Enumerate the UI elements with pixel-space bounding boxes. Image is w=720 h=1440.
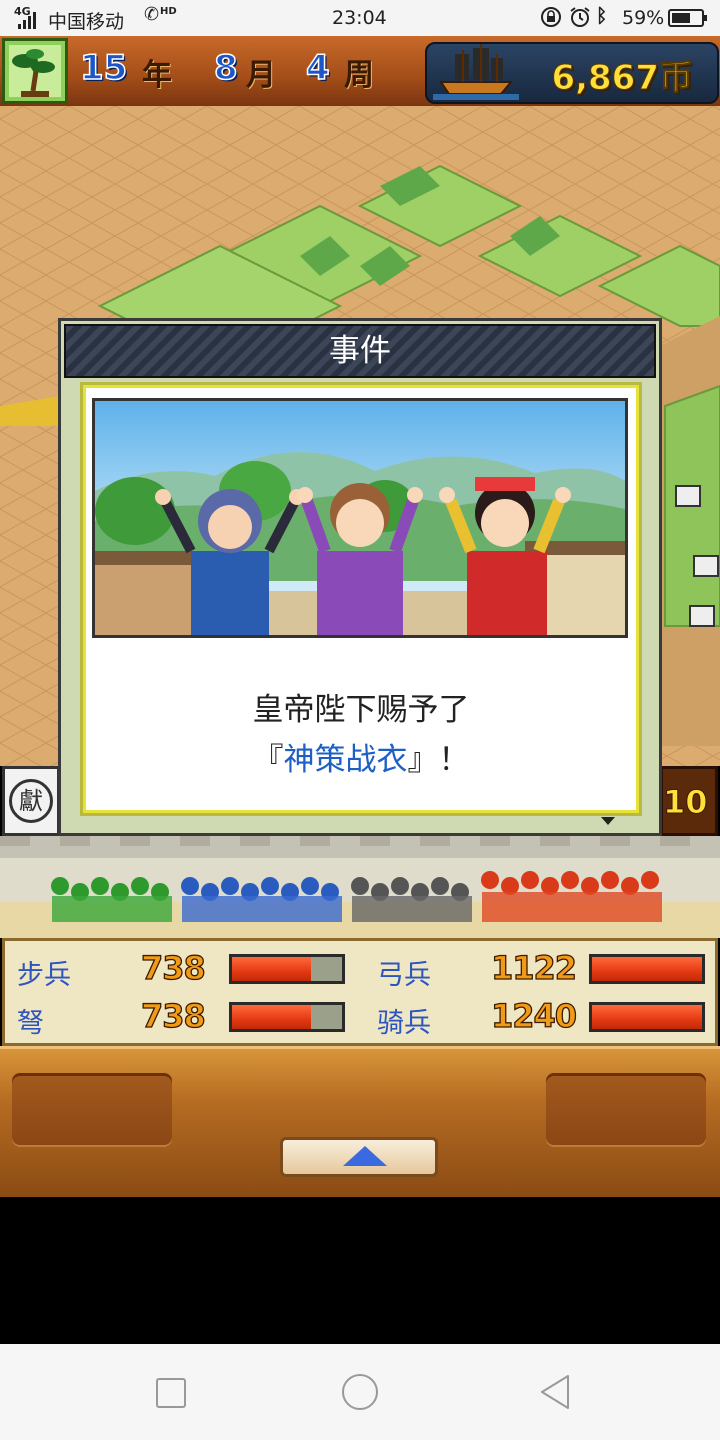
left-badge-icon: 獻 [9, 779, 53, 823]
coin-display: 6,867币 [425, 42, 719, 104]
continue-arrow-icon [601, 817, 615, 825]
battery-icon [668, 9, 708, 32]
system-nav-bar [0, 1344, 720, 1440]
home-icon[interactable] [342, 1374, 378, 1410]
control-panel [0, 1046, 720, 1197]
status-bar: 4G 中国移动 ✆ HD 23:04 ᛒ 59% [0, 0, 720, 36]
troop-label-archer: 弓兵 [377, 960, 431, 991]
battery-percent: 59% [622, 7, 665, 29]
clock-time: 23:04 [332, 7, 387, 29]
year-unit: 年 [142, 58, 172, 93]
week-unit: 周 [344, 58, 374, 93]
troop-label-infantry: 步兵 [17, 960, 71, 991]
alarm-icon [568, 6, 592, 33]
month-value: 8 [213, 47, 238, 89]
week-value: 4 [305, 47, 330, 89]
troop-bar-cavalry [589, 1002, 705, 1032]
troop-label-crossbow: 弩 [17, 1008, 44, 1039]
event-dialog[interactable]: 事件 皇帝陛下赐予了 『神策战衣』！ [58, 318, 662, 836]
game-header: 15 年 8 月 4 周 6,867币 [0, 36, 720, 109]
lock-icon [540, 6, 562, 33]
dialog-title: 事件 [64, 324, 656, 378]
troop-bar-archer [589, 954, 705, 984]
signal-bars-icon [18, 12, 44, 35]
left-slot-button[interactable] [12, 1073, 172, 1147]
troop-value-archer: 1122 [490, 948, 577, 987]
bonsai-icon[interactable] [2, 38, 68, 104]
red-cavalry-group [481, 871, 662, 922]
event-message-line2: 『神策战衣』！ [86, 734, 636, 779]
quote-close: 』！ [407, 742, 470, 778]
carrier-name: 中国移动 [48, 11, 125, 33]
expand-menu-button[interactable] [280, 1137, 438, 1177]
dialog-content: 皇帝陛下赐予了 『神策战衣』！ [83, 385, 639, 813]
up-arrow-icon [343, 1146, 387, 1166]
right-slot-button[interactable] [546, 1073, 706, 1147]
hd-label: HD [160, 6, 177, 17]
recents-icon[interactable] [156, 1378, 186, 1408]
reward-item-name: 神策战衣 [283, 742, 408, 778]
troop-value-infantry: 738 [140, 948, 206, 987]
back-icon[interactable] [538, 1374, 572, 1414]
troop-label-cavalry: 骑兵 [377, 1008, 431, 1039]
coin-amount: 6,867币 [551, 58, 694, 99]
month-unit: 月 [246, 58, 276, 93]
right-widget[interactable]: 10 [660, 766, 718, 836]
army-formation [0, 836, 720, 938]
troop-stats-panel: 步兵 738 弓兵 1122 弩 738 骑兵 1240 [2, 938, 718, 1046]
troop-value-crossbow: 738 [140, 996, 206, 1035]
hd-call-icon: ✆ [144, 4, 160, 25]
event-message-line1: 皇帝陛下赐予了 [252, 692, 470, 728]
bluetooth-icon: ᛒ [596, 5, 608, 27]
quote-open: 『 [252, 742, 284, 778]
troop-bar-infantry [229, 954, 345, 984]
right-widget-value: 10 [663, 783, 709, 822]
troop-value-cavalry: 1240 [490, 996, 577, 1035]
troop-bar-crossbow [229, 1002, 345, 1032]
year-value: 15 [79, 47, 128, 89]
left-badge[interactable]: 獻 [2, 766, 60, 836]
event-illustration [92, 398, 628, 638]
ship-icon [433, 44, 519, 104]
